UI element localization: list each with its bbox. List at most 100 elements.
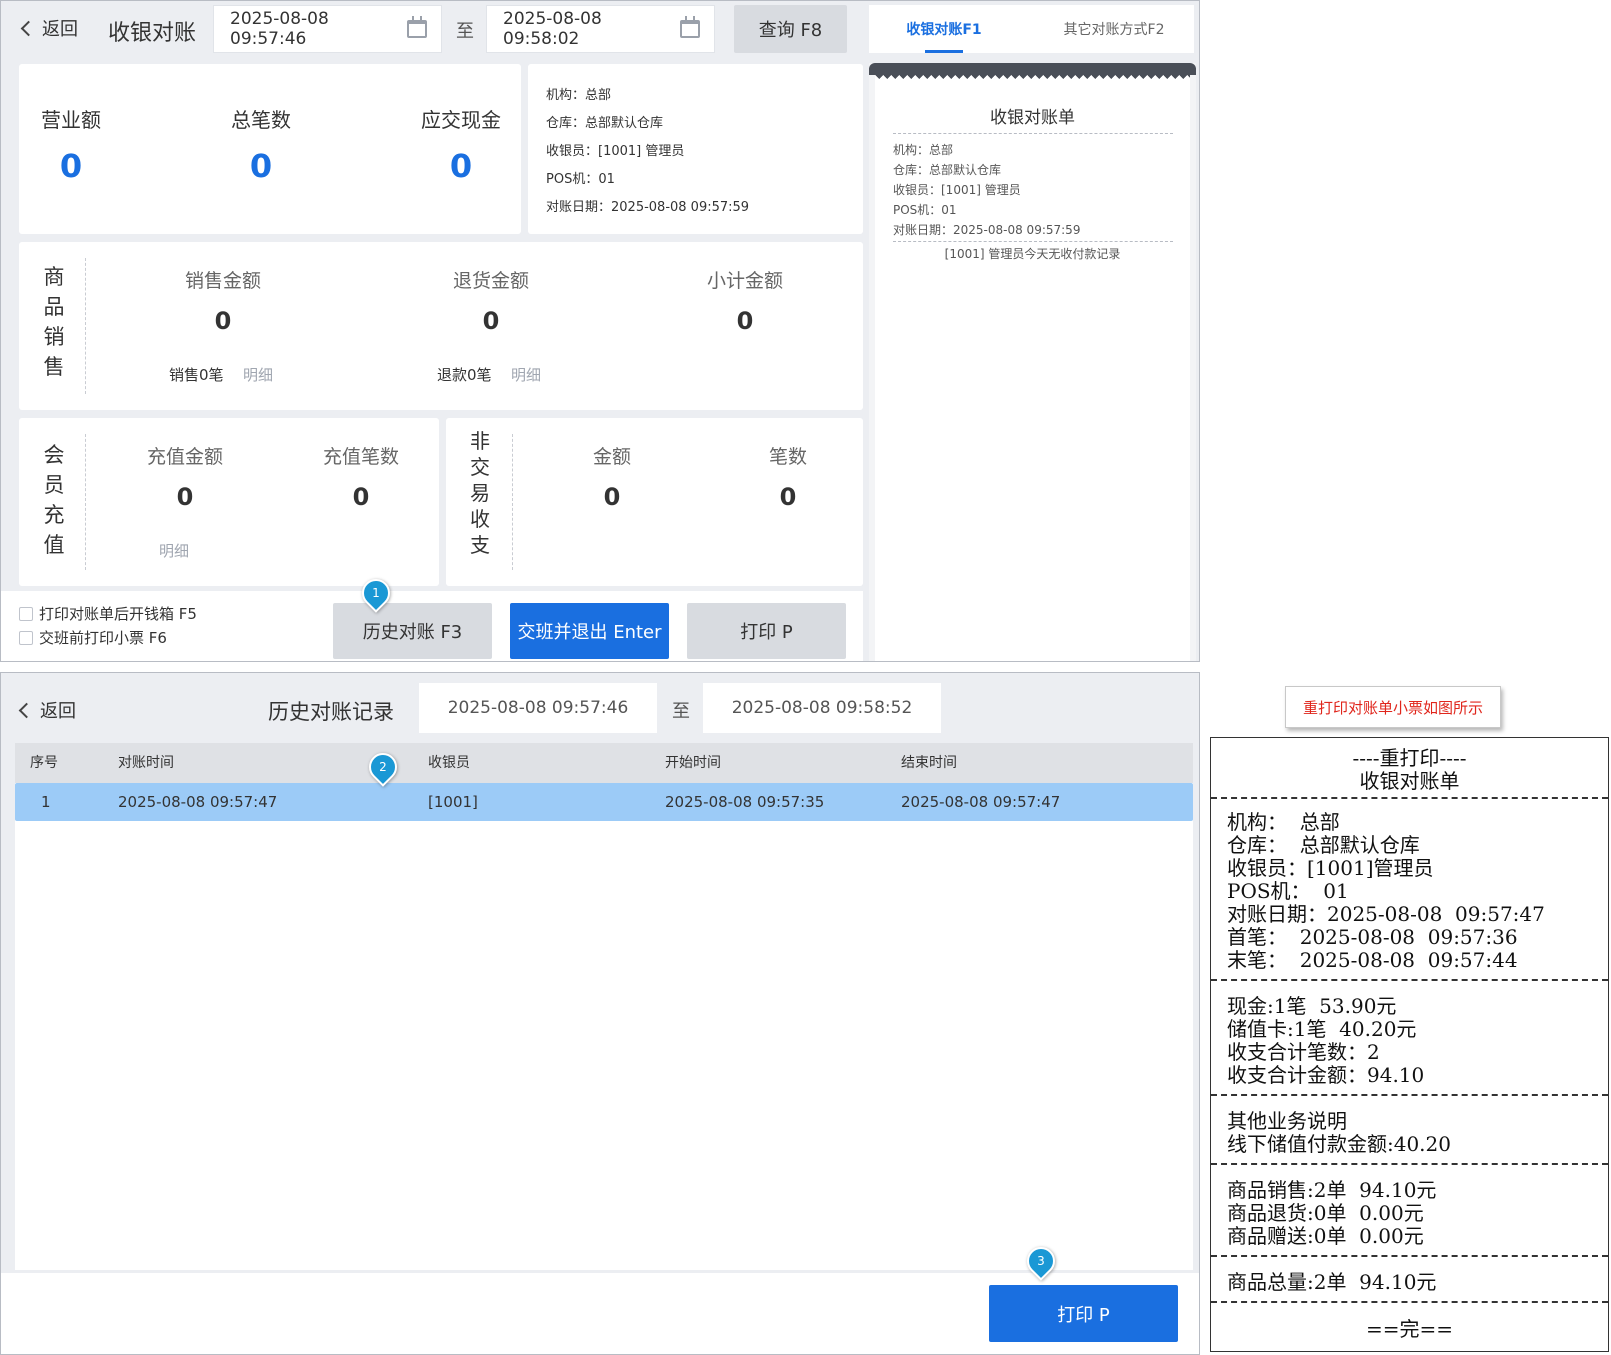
divider: [512, 434, 513, 570]
col-label: 小计金额: [706, 270, 783, 292]
recharge-detail-link[interactable]: 明细: [159, 540, 189, 561]
ticket-divider: [1211, 1094, 1608, 1096]
col-label: 笔数: [768, 446, 807, 468]
checkbox-label: 交班前打印小票 F6: [39, 629, 167, 647]
tab-bar: 收银对账F1 其它对账方式F2: [869, 5, 1194, 53]
history-reconciliation-button[interactable]: 历史对账 F3: [333, 603, 492, 659]
stat-value: 0: [59, 147, 83, 185]
recharge-amount: 充值金额 0: [125, 442, 245, 511]
page-title: 收银对账: [108, 21, 197, 46]
action-bar: 打印对账单后开钱箱 F5 交班前打印小票 F6 历史对账 F3 交班并退出 En…: [1, 591, 863, 661]
ticket-divider: [1211, 1163, 1608, 1165]
receipt-line: POS机：01: [893, 203, 957, 217]
receipt-divider: [893, 133, 1173, 134]
stat-label: 营业额: [41, 108, 101, 132]
date-range-separator: 至: [672, 701, 690, 722]
ticket-divider: [1211, 1255, 1608, 1257]
back-button[interactable]: 返回: [15, 697, 76, 723]
receipt-line: 机构：总部: [893, 143, 954, 157]
checkbox-box[interactable]: [19, 606, 33, 621]
cell-start: 2025-08-08 09:57:35: [665, 793, 825, 811]
cell-recon-time: 2025-08-08 09:57:47: [118, 793, 278, 811]
calendar-icon[interactable]: [407, 16, 427, 38]
col-value: 0: [176, 483, 194, 511]
sales-detail-link[interactable]: 明细: [243, 364, 273, 385]
cell-end: 2025-08-08 09:57:47: [901, 793, 1061, 811]
receipt-line: 仓库：总部默认仓库: [893, 163, 1002, 177]
col-value: 0: [779, 483, 797, 511]
info-card: 机构：总部 仓库：总部默认仓库 收银员：[1001] 管理员 POS机：01 对…: [528, 64, 863, 234]
end-date-input[interactable]: 2025-08-08 09:58:02: [486, 5, 715, 53]
sales-count: 销售0笔: [169, 366, 224, 384]
ticket-title: 收银对账单: [1359, 769, 1460, 793]
ticket-divider: [1211, 797, 1608, 799]
receipt-edge: [875, 75, 1190, 83]
col-value: 0: [603, 483, 621, 511]
annotation-callout: 重打印对账单小票如图所示: [1285, 686, 1501, 728]
receipt-note: [1001] 管理员今天无收付款记录: [944, 247, 1121, 261]
stat-revenue: 营业额 0: [31, 104, 111, 185]
receipt-line: 对账日期：2025-08-08 09:57:59: [893, 223, 1081, 237]
receipt-line: 收银员：[1001] 管理员: [893, 183, 1021, 197]
print-button[interactable]: 打印 P: [989, 1285, 1178, 1342]
stat-value: 0: [449, 147, 473, 185]
cell-cashier: [1001]: [428, 793, 478, 811]
open-cashbox-checkbox[interactable]: 打印对账单后开钱箱 F5: [19, 603, 197, 624]
return-count: 退款0笔: [437, 366, 492, 384]
print-before-handover-checkbox[interactable]: 交班前打印小票 F6: [19, 627, 167, 648]
page-title: 历史对账记录: [268, 700, 394, 724]
printer-slot: [869, 63, 1196, 75]
stat-cash-due: 应交现金 0: [411, 104, 511, 185]
subtotal-amount: 小计金额 0: [685, 266, 805, 335]
receipt-title: 收银对账单: [990, 108, 1075, 128]
back-button[interactable]: 返回: [17, 15, 78, 41]
sales-amount: 销售金额 0: [163, 266, 283, 335]
checkbox-box[interactable]: [19, 630, 33, 645]
print-button[interactable]: 打印 P: [687, 603, 846, 659]
non-trade-card: 非交易收支 金额 0 笔数 0: [446, 418, 863, 586]
chevron-left-icon: [18, 702, 35, 718]
tab-cash-reconciliation[interactable]: 收银对账F1: [869, 5, 1019, 53]
footer-bar: 打印 P: [1, 1273, 1199, 1354]
receipt-paper: 收银对账单 机构：总部 仓库：总部默认仓库 收银员：[1001] 管理员 POS…: [875, 75, 1190, 661]
reconciliation-panel: 返回 收银对账 2025-08-08 09:57:46 至 2025-08-08…: [0, 0, 1200, 662]
summary-card: 营业额 0 总笔数 0 应交现金 0: [19, 64, 521, 234]
ticket-line: 商品总量:2单 94.10元: [1227, 1270, 1437, 1294]
back-label: 返回: [42, 19, 78, 40]
calendar-icon[interactable]: [680, 16, 700, 38]
table-row[interactable]: 1 2025-08-08 09:57:47 [1001] 2025-08-08 …: [15, 783, 1193, 821]
query-button[interactable]: 查询 F8: [734, 5, 847, 53]
history-table: 序号 对账时间 收银员 开始时间 结束时间 1 2025-08-08 09:57…: [15, 743, 1193, 1270]
tab-other-reconciliation[interactable]: 其它对账方式F2: [1034, 5, 1194, 53]
goods-sales-card: 商品销售 销售金额 0 退货金额 0 小计金额 0 销售0笔 明细 退款0笔 明…: [19, 242, 863, 410]
end-date-input[interactable]: 2025-08-08 09:58:52: [703, 683, 941, 733]
ticket-line: 商品赠送:0单 0.00元: [1227, 1224, 1424, 1248]
chevron-left-icon: [20, 20, 37, 36]
return-detail-link[interactable]: 明细: [511, 364, 541, 385]
date-range-separator: 至: [456, 21, 474, 42]
reprint-ticket: ----重打印---- 收银对账单 机构： 总部 仓库： 总部默认仓库 收银员：…: [1210, 737, 1609, 1352]
start-date-input[interactable]: 2025-08-08 09:57:46: [213, 5, 442, 53]
section-label: 商品销售: [43, 265, 65, 379]
ticket-line: 线下储值付款金额:40.20: [1227, 1132, 1451, 1156]
col-header-end: 结束时间: [901, 755, 957, 771]
divider: [85, 434, 86, 570]
section-label: 非交易收支: [470, 429, 490, 557]
non-trade-amount: 金额 0: [552, 442, 672, 511]
info-org: 机构：总部: [546, 88, 612, 103]
start-date-value: 2025-08-08 09:57:46: [230, 9, 329, 49]
divider: [85, 258, 86, 394]
col-header-cashier: 收银员: [428, 755, 470, 771]
section-label: 会员充值: [43, 443, 65, 557]
handover-exit-button[interactable]: 交班并退出 Enter: [510, 603, 669, 659]
col-value: 0: [482, 307, 500, 335]
recharge-count: 充值笔数 0: [301, 442, 421, 511]
col-value: 0: [352, 483, 370, 511]
ticket-divider: [1211, 1301, 1608, 1303]
col-header-index: 序号: [30, 755, 58, 771]
col-label: 充值金额: [146, 446, 223, 468]
info-cashier: 收银员：[1001] 管理员: [546, 144, 685, 159]
col-label: 金额: [592, 446, 631, 468]
info-date: 对账日期：2025-08-08 09:57:59: [546, 200, 750, 215]
start-date-input[interactable]: 2025-08-08 09:57:46: [419, 683, 657, 733]
